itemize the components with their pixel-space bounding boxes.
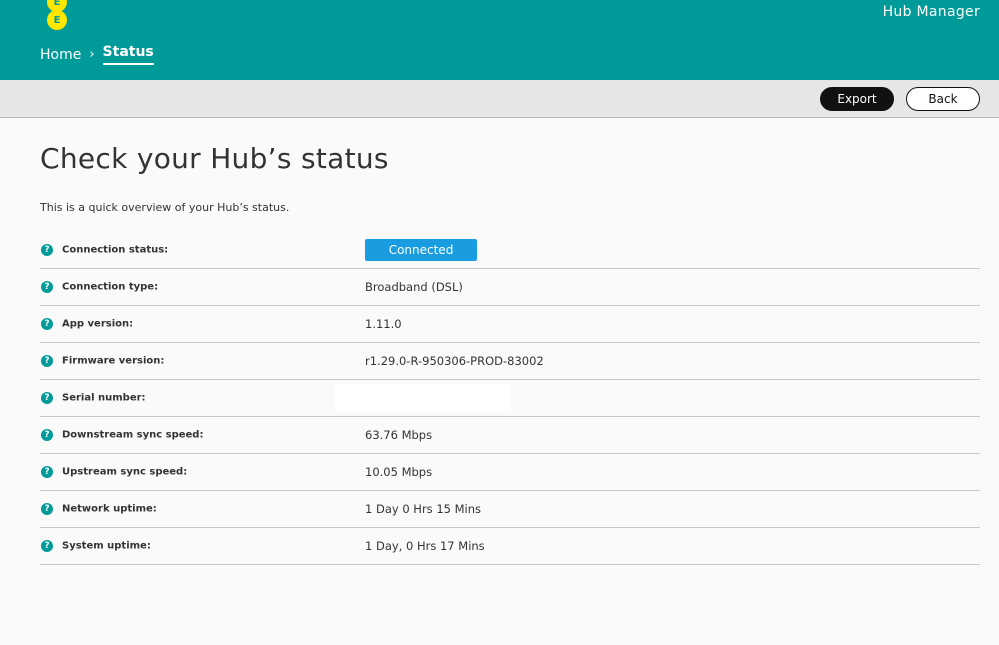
connected-status-badge: Connected	[365, 239, 477, 261]
app-title: Hub Manager	[882, 4, 980, 20]
help-icon[interactable]: ?	[41, 318, 53, 330]
action-toolbar: Export Back	[0, 80, 999, 118]
ee-logo[interactable]: E E	[46, 0, 68, 30]
row-value: 63.76 Mbps	[365, 428, 433, 442]
help-icon[interactable]: ?	[41, 244, 53, 256]
help-icon[interactable]: ?	[41, 429, 53, 441]
row-label: Connection type:	[62, 281, 159, 293]
table-row-downstream-sync-speed: ? Downstream sync speed: 63.76 Mbps	[40, 417, 980, 454]
table-row-serial-number: ? Serial number:	[40, 380, 980, 417]
chevron-right-icon: ›	[89, 47, 95, 62]
table-row-connection-status: ? Connection status: Connected	[40, 232, 980, 269]
table-row-upstream-sync-speed: ? Upstream sync speed: 10.05 Mbps	[40, 454, 980, 491]
breadcrumb: Home › Status	[40, 44, 154, 65]
row-label: Connection status:	[62, 244, 169, 256]
row-value: 10.05 Mbps	[365, 465, 433, 479]
breadcrumb-home-link[interactable]: Home	[40, 47, 81, 63]
help-icon[interactable]: ?	[41, 466, 53, 478]
row-label: Upstream sync speed:	[62, 466, 188, 478]
row-label: Serial number:	[62, 392, 146, 404]
row-label: Downstream sync speed:	[62, 429, 204, 441]
status-table: ? Connection status: Connected ? Connect…	[40, 232, 980, 565]
page-intro: This is a quick overview of your Hub’s s…	[40, 201, 290, 214]
table-row-firmware-version: ? Firmware version: r1.29.0-R-950306-PRO…	[40, 343, 980, 380]
row-label: Firmware version:	[62, 355, 165, 367]
help-icon[interactable]: ?	[41, 355, 53, 367]
table-row-connection-type: ? Connection type: Broadband (DSL)	[40, 269, 980, 306]
help-icon[interactable]: ?	[41, 503, 53, 515]
row-value: 1.11.0	[365, 317, 402, 331]
export-button[interactable]: Export	[820, 87, 894, 111]
table-row-system-uptime: ? System uptime: 1 Day, 0 Hrs 17 Mins	[40, 528, 980, 565]
row-label: App version:	[62, 318, 134, 330]
help-icon[interactable]: ?	[41, 540, 53, 552]
top-header: E E Hub Manager Home › Status	[0, 0, 999, 80]
help-icon[interactable]: ?	[41, 392, 53, 404]
row-value: Broadband (DSL)	[365, 280, 463, 294]
logo-dot-bottom: E	[47, 10, 67, 30]
row-value: 1 Day 0 Hrs 15 Mins	[365, 502, 482, 516]
breadcrumb-current: Status	[102, 44, 154, 65]
redacted-value	[335, 384, 511, 412]
table-row-app-version: ? App version: 1.11.0	[40, 306, 980, 343]
row-label: Network uptime:	[62, 503, 157, 515]
page-title: Check your Hub’s status	[40, 142, 389, 175]
help-icon[interactable]: ?	[41, 281, 53, 293]
row-label: System uptime:	[62, 540, 151, 552]
row-value: r1.29.0-R-950306-PROD-83002	[365, 354, 544, 368]
row-value: 1 Day, 0 Hrs 17 Mins	[365, 539, 485, 553]
table-row-network-uptime: ? Network uptime: 1 Day 0 Hrs 15 Mins	[40, 491, 980, 528]
back-button[interactable]: Back	[906, 87, 980, 111]
